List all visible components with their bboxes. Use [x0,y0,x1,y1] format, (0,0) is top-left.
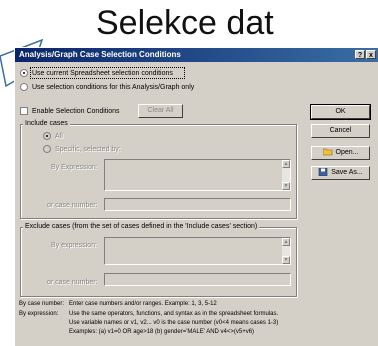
close-button[interactable]: x [366,50,376,59]
exclude-cases-legend: Exclude cases (from the set of cases def… [23,222,260,231]
include-case-number-field[interactable] [104,198,291,211]
enable-conditions-checkbox[interactable] [20,107,28,115]
include-specific-radio[interactable] [43,145,51,153]
open-button-label: Open... [335,149,359,156]
radio-analysis-only[interactable] [20,83,28,91]
radio-current-label[interactable]: Use current Spreadsheet selection condit… [32,69,173,78]
save-as-button[interactable]: Save As... [311,166,370,180]
open-button[interactable]: Open... [311,146,370,160]
scroll-up-icon[interactable]: ▲ [282,160,290,168]
include-all-label: All [55,133,63,140]
footer-expression-line2: Use variable names or v1, v2... v0 is th… [69,320,279,326]
footer-case-number-key: By case number: [19,301,65,307]
scroll-down-icon[interactable]: ▼ [282,182,290,190]
include-all-radio[interactable] [43,132,51,140]
radio-analysis-label[interactable]: Use selection conditions for this Analys… [32,83,194,92]
include-specific-label: Specific, selected by: [55,146,121,153]
scroll-up-icon[interactable]: ▲ [282,238,290,246]
ok-button[interactable]: OK [310,104,371,120]
enable-conditions-label[interactable]: Enable Selection Conditions [32,107,120,116]
exclude-expression-field[interactable]: ▲ ▼ [104,237,291,265]
footer-expression-line1: Use the same operators, functions, and s… [69,311,279,317]
footer-case-number-text: Enter case numbers and/or ranges. Exampl… [69,301,217,307]
include-case-number-label: or case number: [47,202,98,209]
include-cases-legend: Include cases [23,119,70,128]
exclude-case-number-label: or case number: [47,279,98,286]
folder-open-icon [322,148,332,156]
slide-title: Selekce dat [96,4,274,42]
floppy-disk-icon [318,168,328,177]
radio-current-spreadsheet[interactable] [20,69,28,77]
dialog-title: Analysis/Graph Case Selection Conditions [19,50,181,59]
exclude-expression-scrollbar[interactable]: ▲ ▼ [282,238,290,264]
clear-all-button[interactable]: Clear All [138,104,183,118]
footer-expression-key: By expression: [19,311,59,317]
dialog-titlebar: Analysis/Graph Case Selection Conditions… [15,48,378,62]
include-expression-field[interactable]: ▲ ▼ [104,159,291,191]
cancel-button[interactable]: Cancel [311,124,370,138]
include-expression-label: By Expression: [51,164,98,171]
footer-expression-line3: Examples: (a) v1=0 OR age>18 (b) gender=… [69,329,255,335]
include-expression-scrollbar[interactable]: ▲ ▼ [282,160,290,190]
help-button[interactable]: ? [355,50,365,59]
exclude-case-number-field[interactable] [104,273,291,286]
scroll-down-icon[interactable]: ▼ [282,256,290,264]
selection-conditions-dialog: Analysis/Graph Case Selection Conditions… [14,47,378,346]
save-as-button-label: Save As... [331,169,363,176]
exclude-expression-label: By expression: [51,242,97,249]
